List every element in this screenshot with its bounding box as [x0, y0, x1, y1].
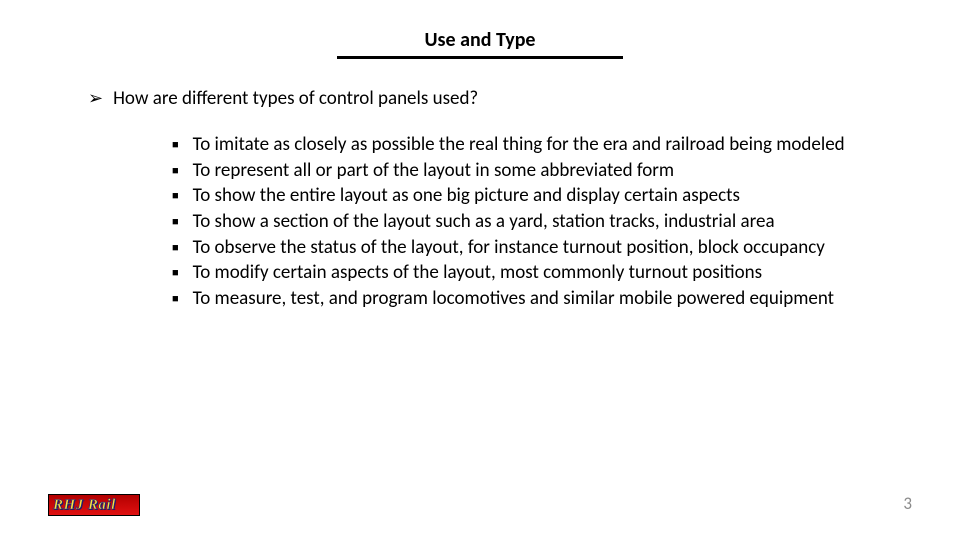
list-item: ■ To observe the status of the layout, fo… — [172, 235, 890, 261]
square-bullet-icon: ■ — [172, 266, 179, 281]
bullet-text: To show the entire layout as one big pic… — [193, 183, 740, 209]
logo-text: RHJ Rail — [53, 497, 116, 514]
logo-box: RHJ Rail — [48, 494, 140, 516]
list-item: ■ To imitate as closely as possible the r… — [172, 132, 890, 158]
bullet-text: To modify certain aspects of the layout,… — [193, 260, 762, 286]
bullet-list: ■ To imitate as closely as possible the r… — [88, 132, 890, 311]
slide-title: Use and Type — [337, 28, 623, 59]
slide-content: ➢ How are different types of control pan… — [0, 59, 960, 311]
bullet-text: To represent all or part of the layout i… — [193, 158, 674, 184]
square-bullet-icon: ■ — [172, 241, 179, 256]
square-bullet-icon: ■ — [172, 189, 179, 204]
bullet-text: To measure, test, and program locomotive… — [193, 286, 834, 312]
question-text: How are different types of control panel… — [113, 87, 478, 110]
list-item: ■ To show the entire layout as one big pi… — [172, 183, 890, 209]
bullet-text: To observe the status of the layout, for… — [193, 235, 825, 261]
square-bullet-icon: ■ — [172, 215, 179, 230]
slide: Use and Type ➢ How are different types o… — [0, 0, 960, 540]
bullet-text: To show a section of the layout such as … — [193, 209, 775, 235]
page-number: 3 — [903, 493, 912, 514]
square-bullet-icon: ■ — [172, 138, 179, 153]
list-item: ■ To modify certain aspects of the layout… — [172, 260, 890, 286]
arrow-icon: ➢ — [88, 89, 103, 107]
question-line: ➢ How are different types of control pan… — [88, 87, 890, 110]
square-bullet-icon: ■ — [172, 164, 179, 179]
square-bullet-icon: ■ — [172, 292, 179, 307]
title-wrap: Use and Type — [0, 0, 960, 59]
footer-logo: RHJ Rail — [48, 494, 140, 516]
list-item: ■ To measure, test, and program locomotiv… — [172, 286, 890, 312]
list-item: ■ To represent all or part of the layout … — [172, 158, 890, 184]
list-item: ■ To show a section of the layout such as… — [172, 209, 890, 235]
bullet-text: To imitate as closely as possible the re… — [193, 132, 845, 158]
